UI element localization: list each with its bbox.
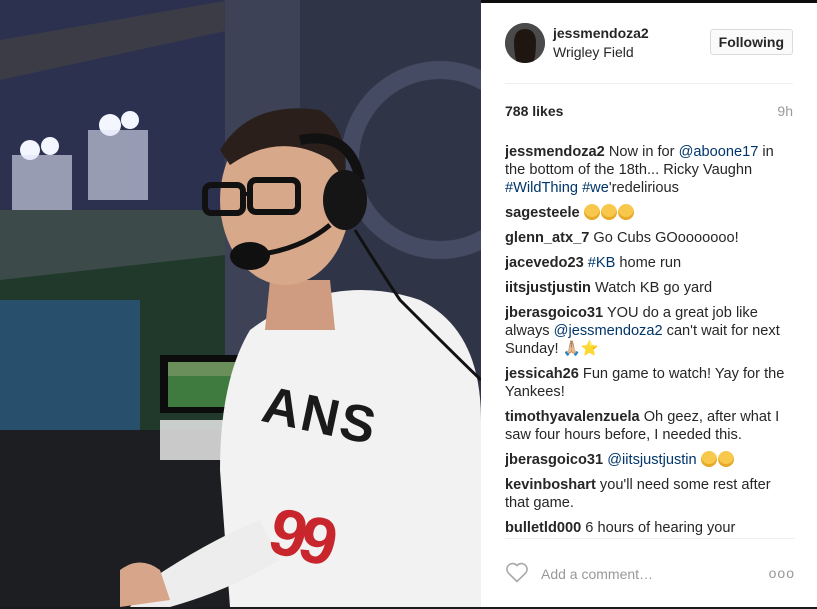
post-details-panel: jessmendoza2 Wrigley Field Following 788… (481, 0, 817, 607)
post-header: jessmendoza2 Wrigley Field Following (505, 23, 793, 84)
likes-row: 788 likes 9h (505, 103, 793, 123)
comment-username[interactable]: timothyavalenzuela (505, 409, 640, 425)
comment-item: jberasgoico31 YOU do a great job like al… (505, 304, 795, 358)
comment-item: jacevedo23 #KB home run (505, 254, 795, 272)
comments-list[interactable]: jessmendoza2 Now in for @aboone17 in the… (505, 143, 795, 535)
comment-username[interactable]: jessicah26 (505, 366, 579, 382)
post-username[interactable]: jessmendoza2 (553, 25, 649, 41)
comment-item: iitsjustjustin Watch KB go yard (505, 279, 795, 297)
comment-item: jessmendoza2 Now in for @aboone17 in the… (505, 143, 795, 197)
likes-count[interactable]: 788 likes (505, 103, 563, 119)
comment-username[interactable]: iitsjustjustin (505, 280, 591, 296)
comment-item: kevinboshart you'll need some rest after… (505, 476, 795, 512)
comment-item: bulletld000 6 hours of hearing your (505, 519, 795, 535)
comment-text: Go Cubs GOooooooo! (593, 230, 739, 246)
comment-link[interactable]: #KB (588, 255, 616, 271)
post-time[interactable]: 9h (777, 103, 793, 119)
comment-item: jessicah26 Fun game to watch! Yay for th… (505, 365, 795, 401)
comment-item: jberasgoico31 @iitsjustjustin (505, 451, 795, 469)
comment-text: home run (615, 255, 682, 271)
comment-text: Now in for (608, 144, 679, 160)
comment-item: timothyavalenzuela Oh geez, after what I… (505, 408, 795, 444)
comment-username[interactable]: sagesteele (505, 205, 580, 221)
comment-link[interactable]: #WildThing (505, 180, 578, 196)
comment-username[interactable]: jacevedo23 (505, 255, 584, 271)
add-comment-input[interactable] (539, 565, 743, 583)
avatar-photo (505, 23, 545, 63)
comment-text: Watch KB go yard (595, 280, 713, 296)
post-modal: ANS 99 jessmendoza2 Wrigley Field Follow… (0, 0, 817, 607)
more-options-button[interactable]: ooo (769, 565, 795, 581)
post-photo[interactable]: ANS 99 (0, 0, 481, 607)
comment-text: 'redelirious (608, 180, 679, 196)
avatar[interactable] (505, 23, 545, 63)
comment-username[interactable]: jessmendoza2 (505, 144, 605, 160)
star-emoji: ⭐ (580, 341, 599, 357)
comment-username[interactable]: kevinboshart (505, 477, 596, 493)
comment-footer: ooo (505, 538, 795, 609)
heart-icon[interactable] (505, 561, 529, 583)
laughing-emoji-icon (600, 204, 617, 220)
post-location[interactable]: Wrigley Field (553, 44, 634, 60)
comment-username[interactable]: bulletld000 (505, 520, 581, 535)
comment-link[interactable]: @iitsjustjustin (607, 452, 696, 468)
laughing-emoji-icon (717, 451, 734, 467)
comment-text: 6 hours of hearing your (585, 520, 736, 535)
comment-username[interactable]: jberasgoico31 (505, 305, 603, 321)
comment-item: glenn_atx_7 Go Cubs GOooooooo! (505, 229, 795, 247)
laughing-emoji-icon (700, 451, 717, 467)
comment-item: sagesteele (505, 204, 795, 222)
comment-link[interactable]: #we (582, 180, 609, 196)
laughing-emoji-icon (583, 204, 600, 220)
laughing-emoji-icon (617, 204, 634, 220)
photo-illustration (0, 0, 481, 607)
comment-username[interactable]: jberasgoico31 (505, 452, 603, 468)
comment-link[interactable]: @aboone17 (679, 144, 759, 160)
following-button[interactable]: Following (709, 29, 793, 55)
comment-username[interactable]: glenn_atx_7 (505, 230, 589, 246)
comment-link[interactable]: @jessmendoza2 (554, 323, 663, 339)
